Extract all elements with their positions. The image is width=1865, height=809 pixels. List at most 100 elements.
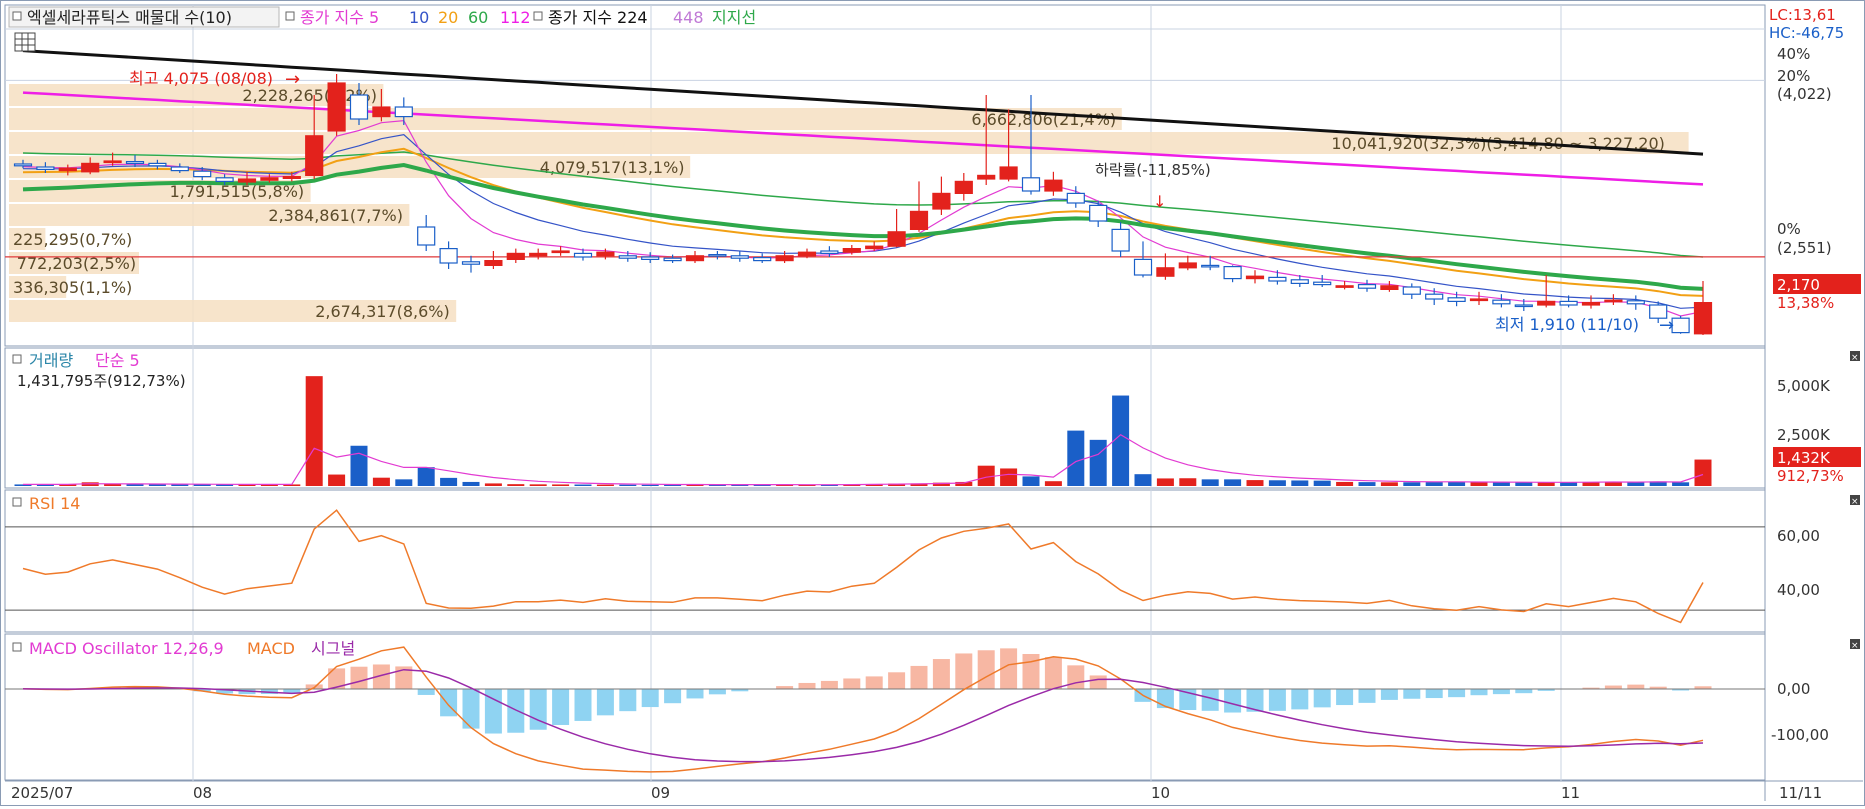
candle-body — [1627, 301, 1644, 304]
volume-ma-line — [23, 435, 1703, 485]
candle-body — [283, 177, 300, 179]
arrow-right-icon: → — [285, 69, 300, 90]
legend-title: 엑셀세라퓨틱스 매물대 수(10) — [27, 8, 232, 27]
candle-body — [104, 161, 121, 163]
candle-body — [37, 167, 54, 169]
volume-bar — [463, 482, 480, 486]
price-legend[interactable]: 엑셀세라퓨틱스 매물대 수(10) 종가 지수 5 10 20 60 112 종… — [9, 7, 756, 27]
macd-osc-bar — [418, 689, 435, 695]
candle-body — [1605, 300, 1622, 302]
svg-text:×: × — [1851, 641, 1859, 651]
volume-bar — [485, 483, 502, 486]
candle-body — [418, 227, 435, 245]
low-note: 최저 1,910 (11/10) — [1495, 315, 1639, 334]
volume-bar — [1627, 482, 1644, 486]
candle-body — [149, 163, 166, 165]
rsi-title: RSI 14 — [29, 494, 80, 513]
rsi-legend[interactable]: RSI 14 — [13, 494, 80, 513]
macd-osc-bar — [575, 689, 592, 721]
macd-osc-bar — [1090, 675, 1107, 689]
candle-body — [1695, 303, 1712, 334]
table-icon[interactable] — [15, 33, 35, 51]
hc-value: HC:-46,75 — [1769, 24, 1844, 42]
candle-body — [216, 178, 233, 182]
volume-close-button[interactable]: × — [1850, 351, 1860, 363]
volume-bar — [1202, 479, 1219, 486]
rsi-tick-60: 60,00 — [1777, 527, 1820, 545]
candle-body — [843, 249, 860, 253]
volume-bar — [1471, 482, 1488, 486]
macd-osc-bar — [351, 667, 368, 689]
macd-osc-bar — [1224, 689, 1241, 713]
candle-body — [1157, 268, 1174, 276]
volume-tick-5000k: 5,000K — [1777, 377, 1831, 395]
volume-bar — [1359, 482, 1376, 486]
x-label-11: 11 — [1561, 784, 1580, 802]
candle-body — [1224, 267, 1241, 279]
macd-osc-bar — [664, 689, 681, 703]
candle-body — [127, 162, 144, 164]
volume-bar — [1538, 482, 1555, 486]
candle-body — [328, 83, 345, 131]
axis-tick-0: 0% — [1777, 220, 1801, 238]
candle-body — [59, 168, 76, 170]
volume-bar — [1112, 396, 1129, 486]
candle-body — [440, 249, 457, 263]
candle-body — [1448, 298, 1465, 302]
candle-body — [978, 175, 995, 179]
signal-line — [23, 670, 1703, 762]
candle-body — [463, 262, 480, 264]
macd-osc-bar — [1269, 689, 1286, 711]
chart-window: 2,674,317(8,6%)336,305(1,1%)772,203(2,5%… — [0, 0, 1865, 806]
legend-ma224-label: 종가 지수 224 — [548, 8, 648, 27]
last-change: 13,38% — [1777, 294, 1834, 312]
rsi-close-button[interactable]: × — [1850, 495, 1860, 507]
volume-bar — [373, 478, 390, 486]
macd-osc-bar — [1515, 689, 1532, 693]
volume-bar — [619, 485, 636, 486]
volume-bar — [328, 475, 345, 486]
candle-body — [530, 253, 547, 255]
macd-osc-bar — [687, 689, 704, 698]
volume-ma-label: 단순 5 — [95, 351, 140, 370]
macd-osc-bar — [1291, 689, 1308, 709]
macd-osc-bar — [642, 689, 659, 707]
volume-bar — [507, 484, 524, 486]
candle-body — [1202, 265, 1219, 267]
volume-bar — [1157, 478, 1174, 486]
candle-body — [619, 256, 636, 258]
candle-body — [306, 136, 323, 176]
macd-osc-bar — [1045, 657, 1062, 689]
macd-title: MACD Oscillator 12,26,9 — [29, 639, 224, 658]
candle-body — [664, 258, 681, 260]
candle-body — [552, 251, 569, 253]
candle-body — [754, 258, 771, 261]
candle-body — [1247, 276, 1264, 278]
macd-legend[interactable]: MACD Oscillator 12,26,9 MACD 시그널 — [13, 639, 355, 658]
volume-bar — [1023, 476, 1040, 486]
macd-osc-bar — [866, 676, 883, 689]
candle-body — [821, 251, 838, 253]
volume-legend[interactable]: 거래량 단순 5 1,431,795주(912,73%) — [13, 351, 186, 390]
candle-body — [709, 255, 726, 257]
macd-osc-bar — [911, 666, 928, 689]
volume-current: 1,431,795주(912,73%) — [17, 372, 186, 390]
legend-ma10: 10 — [409, 8, 429, 27]
volume-bar — [1314, 481, 1331, 486]
macd-osc-bar — [1336, 689, 1353, 705]
x-label-10: 10 — [1151, 784, 1170, 802]
volume-layer — [15, 376, 1712, 486]
macd-close-button[interactable]: × — [1850, 639, 1860, 651]
macd-osc-bar — [552, 689, 569, 725]
macd-osc-bar — [1359, 689, 1376, 703]
macd-osc-bar — [933, 659, 950, 689]
macd-osc-bar — [1448, 689, 1465, 697]
candle-body — [15, 164, 32, 166]
volume-bar — [440, 478, 457, 486]
volume-title: 거래량 — [29, 351, 73, 370]
candle-body — [507, 253, 524, 259]
macd-signal-label: 시그널 — [311, 639, 355, 658]
candle-body — [1045, 180, 1062, 191]
legend-support: 지지선 — [712, 8, 756, 27]
macd-osc-bar — [799, 683, 816, 689]
